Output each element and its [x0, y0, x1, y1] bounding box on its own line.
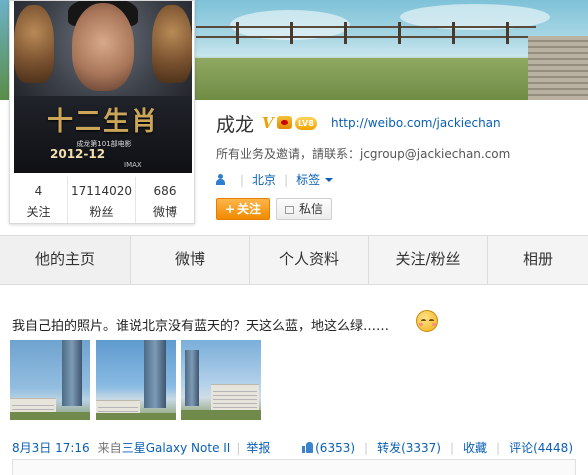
report-link[interactable]: 举报: [246, 439, 270, 456]
photo-tower: [144, 340, 166, 408]
tab-home[interactable]: 他的主页: [0, 236, 131, 284]
banner-fence-post: [506, 22, 509, 44]
post-photo-2[interactable]: [96, 340, 176, 420]
profile-tabs: 他的主页 微博 个人资料 关注/粉丝 相册: [0, 235, 588, 285]
comment-area[interactable]: [12, 459, 576, 475]
stat-followers-label: 粉丝: [89, 205, 114, 219]
tags-label: 标签: [296, 173, 321, 187]
post-source-prefix: 来自: [97, 441, 122, 455]
follow-button-label: 关注: [237, 202, 262, 216]
poster-title: 十二生肖: [46, 107, 159, 137]
chevron-down-icon: [325, 177, 334, 182]
banner-stairs: [528, 36, 588, 100]
emoji-eye: [429, 319, 434, 322]
post-device-link[interactable]: 三星Galaxy Note II: [122, 439, 231, 456]
post-text: 我自己拍的照片。谁说北京没有蓝天的？天这么蓝，地这么绿……: [12, 319, 390, 334]
tab-album[interactable]: 相册: [488, 236, 588, 284]
follow-button[interactable]: + 关注: [216, 198, 270, 220]
crown-icon[interactable]: [277, 116, 292, 129]
like-button[interactable]: (6353): [302, 441, 355, 455]
message-button-label: 私信: [299, 202, 324, 216]
poster-face: [72, 3, 134, 91]
banner-fence: [196, 36, 536, 38]
post-photo-3[interactable]: [181, 340, 261, 420]
emoji-eye: [421, 319, 426, 322]
tab-profile-info[interactable]: 个人资料: [250, 236, 369, 284]
stat-following-label: 关注: [26, 205, 51, 219]
banner-fence-post: [452, 22, 455, 44]
stat-followers[interactable]: 17114020 粉丝: [68, 177, 136, 223]
emoji-blush: [419, 323, 423, 326]
mail-icon: [285, 206, 294, 214]
tags-dropdown[interactable]: 标签: [296, 171, 334, 188]
emoji-blush: [432, 323, 436, 326]
like-count: (6353): [315, 440, 356, 455]
verified-v-icon[interactable]: V: [262, 114, 274, 132]
banner-fence-post: [290, 22, 293, 44]
photo-tower: [62, 340, 82, 406]
favorite-button[interactable]: 收藏: [463, 439, 487, 456]
stat-followers-count: 17114020: [70, 184, 133, 198]
divider: |: [284, 172, 289, 187]
poster-bronze-head-left: [14, 5, 54, 83]
smile-emoji-icon: [416, 310, 438, 332]
photo-trees: [10, 412, 90, 420]
avatar[interactable]: 十二生肖 成龙第101部电影 2012-12 IMAX: [14, 1, 192, 173]
poster-bronze-head-right: [152, 5, 192, 83]
stat-following-count: 4: [34, 184, 43, 198]
tab-follow-fans[interactable]: 关注/粉丝: [369, 236, 488, 284]
stat-posts-count: 686: [153, 184, 177, 198]
banner-fence: [196, 26, 536, 28]
profile-stats: 4 关注 17114020 粉丝 686 微博: [10, 177, 194, 223]
post-photo-1[interactable]: [10, 340, 90, 420]
banner-fence-post: [236, 22, 239, 44]
divider: |: [236, 440, 241, 455]
tab-weibo[interactable]: 微博: [131, 236, 250, 284]
plus-icon: +: [224, 202, 236, 216]
post-actions: (6353) | 转发(3337) | 收藏 | 评论(4448): [302, 439, 573, 456]
business-contact: 所有业务及邀请，請联系：jcgroup@jackiechan.com: [216, 147, 511, 161]
message-button[interactable]: 私信: [276, 198, 332, 220]
stat-posts[interactable]: 686 微博: [136, 177, 194, 223]
photo-trees: [96, 413, 176, 420]
avatar-card: 十二生肖 成龙第101部电影 2012-12 IMAX 4 关注 1711402…: [9, 0, 195, 224]
profile-meta-row: | 北京 | 标签: [216, 171, 334, 188]
banner-fence-post: [398, 22, 401, 44]
photo-trees: [181, 410, 261, 420]
divider: |: [449, 440, 455, 455]
level-badge[interactable]: LV8: [295, 117, 317, 130]
poster-date: 2012-12: [50, 147, 106, 161]
divider: |: [240, 172, 245, 187]
post-date-link[interactable]: 8月3日 17:16: [12, 439, 90, 456]
stat-posts-label: 微博: [152, 205, 177, 219]
homepage-link[interactable]: http://weibo.com/jackiechan: [331, 116, 501, 130]
photo-tower: [185, 350, 199, 406]
post-meta: 8月3日 17:16 来自 三星Galaxy Note II | 举报: [12, 439, 270, 456]
divider: |: [496, 440, 501, 455]
repost-button[interactable]: 转发(3337): [377, 439, 441, 456]
person-icon: [216, 174, 225, 185]
stat-following[interactable]: 4 关注: [10, 177, 68, 223]
thumbs-up-icon: [302, 441, 314, 453]
poster-imax: IMAX: [124, 161, 142, 169]
profile-name: 成龙: [216, 114, 255, 136]
location-link[interactable]: 北京: [252, 171, 276, 188]
comment-button[interactable]: 评论(4448): [509, 439, 573, 456]
divider: |: [364, 440, 369, 455]
banner-fence-post: [344, 22, 347, 44]
